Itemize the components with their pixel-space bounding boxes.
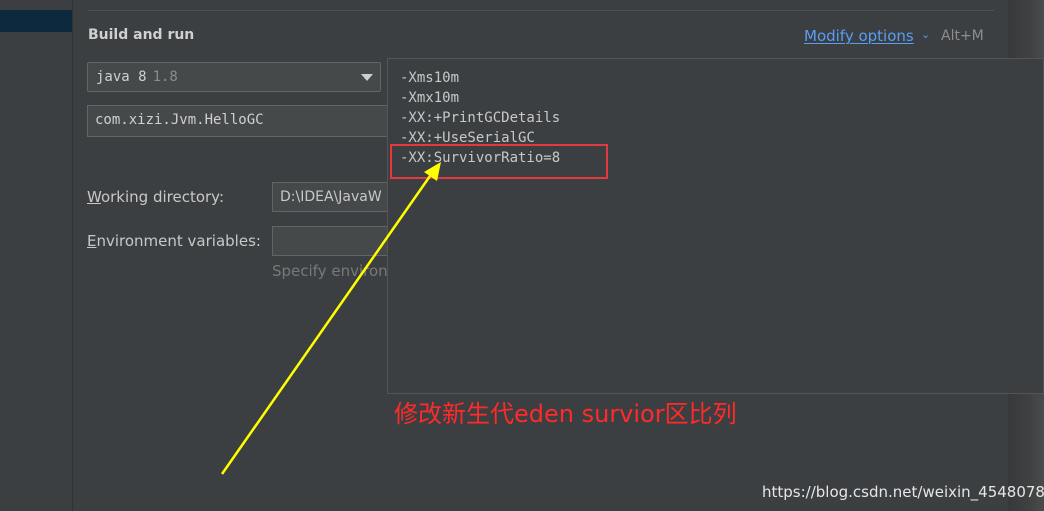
watermark: https://blog.csdn.net/weixin_45480785 — [762, 483, 1044, 501]
arrow-shaft — [220, 175, 432, 475]
annotation-arrow-icon — [220, 162, 441, 475]
arrow-head — [424, 162, 441, 181]
annotation-text: 修改新生代eden survior区比列 — [394, 400, 737, 428]
